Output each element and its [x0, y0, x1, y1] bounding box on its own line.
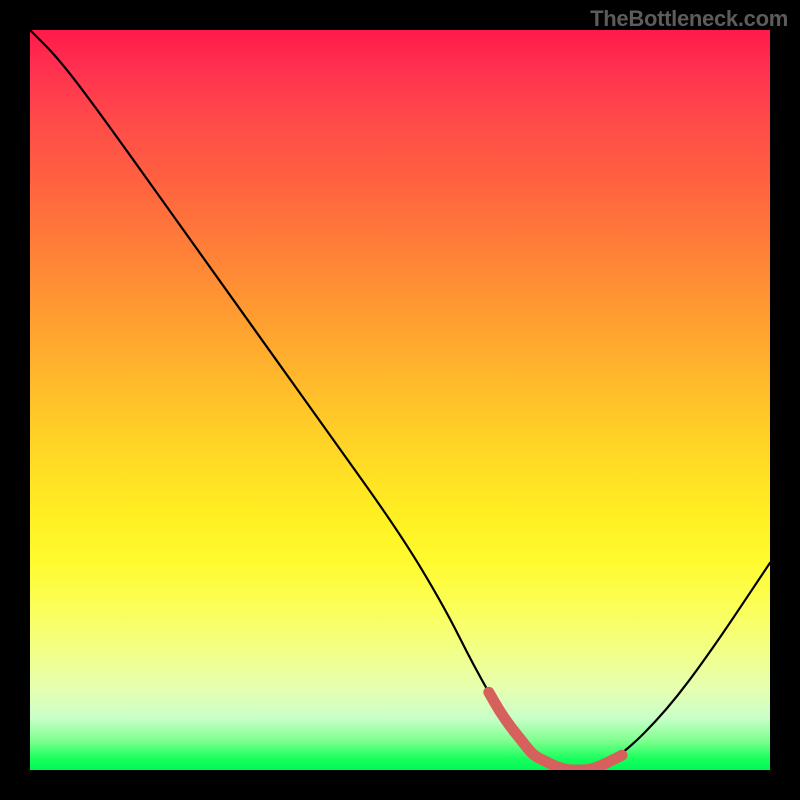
- watermark-text: TheBottleneck.com: [590, 6, 788, 32]
- highlight-segment: [489, 692, 622, 770]
- plot-area: [30, 30, 770, 770]
- bottleneck-curve: [30, 30, 770, 770]
- curve-svg: [30, 30, 770, 770]
- chart-container: TheBottleneck.com: [0, 0, 800, 800]
